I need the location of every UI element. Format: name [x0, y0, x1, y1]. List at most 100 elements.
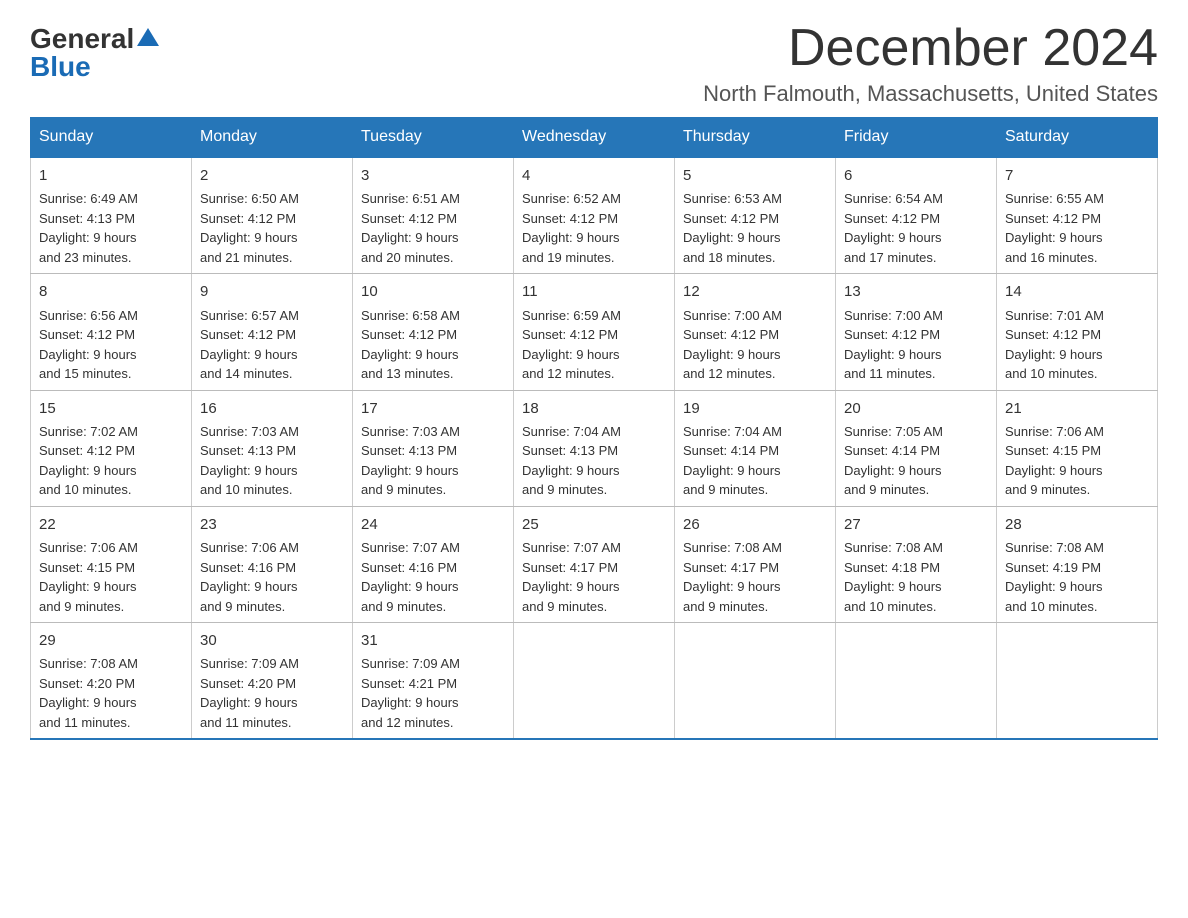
calendar-cell: 24Sunrise: 7:07 AMSunset: 4:16 PMDayligh…: [353, 506, 514, 622]
day-info: Sunrise: 7:01 AMSunset: 4:12 PMDaylight:…: [1005, 306, 1149, 384]
day-info: Sunrise: 6:59 AMSunset: 4:12 PMDaylight:…: [522, 306, 666, 384]
day-info: Sunrise: 7:08 AMSunset: 4:17 PMDaylight:…: [683, 538, 827, 616]
day-info: Sunrise: 7:04 AMSunset: 4:14 PMDaylight:…: [683, 422, 827, 500]
calendar-cell: 25Sunrise: 7:07 AMSunset: 4:17 PMDayligh…: [514, 506, 675, 622]
logo-triangle-icon: [137, 26, 159, 48]
day-number: 8: [39, 280, 183, 303]
calendar-cell: 15Sunrise: 7:02 AMSunset: 4:12 PMDayligh…: [31, 390, 192, 506]
day-number: 14: [1005, 280, 1149, 303]
week-row-4: 22Sunrise: 7:06 AMSunset: 4:15 PMDayligh…: [31, 506, 1158, 622]
week-row-5: 29Sunrise: 7:08 AMSunset: 4:20 PMDayligh…: [31, 623, 1158, 740]
day-number: 15: [39, 397, 183, 420]
calendar-cell: 6Sunrise: 6:54 AMSunset: 4:12 PMDaylight…: [836, 157, 997, 274]
day-number: 29: [39, 629, 183, 652]
col-header-monday: Monday: [192, 118, 353, 158]
day-info: Sunrise: 6:54 AMSunset: 4:12 PMDaylight:…: [844, 189, 988, 267]
calendar-cell: 29Sunrise: 7:08 AMSunset: 4:20 PMDayligh…: [31, 623, 192, 740]
logo-general-text: General: [30, 25, 134, 53]
day-info: Sunrise: 6:58 AMSunset: 4:12 PMDaylight:…: [361, 306, 505, 384]
month-title: December 2024: [703, 20, 1158, 77]
calendar-cell: 7Sunrise: 6:55 AMSunset: 4:12 PMDaylight…: [997, 157, 1158, 274]
calendar-cell: 14 Sunrise: 7:01 AMSunset: 4:12 PMDayligh…: [997, 274, 1158, 390]
calendar-cell: 31Sunrise: 7:09 AMSunset: 4:21 PMDayligh…: [353, 623, 514, 740]
calendar-cell: 8 Sunrise: 6:56 AMSunset: 4:12 PMDaylight…: [31, 274, 192, 390]
day-number: 7: [1005, 164, 1149, 187]
day-info: Sunrise: 7:00 AMSunset: 4:12 PMDaylight:…: [844, 306, 988, 384]
calendar-table: SundayMondayTuesdayWednesdayThursdayFrid…: [30, 117, 1158, 740]
calendar-cell: [997, 623, 1158, 740]
col-header-thursday: Thursday: [675, 118, 836, 158]
day-number: 2: [200, 164, 344, 187]
day-number: 26: [683, 513, 827, 536]
day-number: 13: [844, 280, 988, 303]
calendar-header-row: SundayMondayTuesdayWednesdayThursdayFrid…: [31, 118, 1158, 158]
day-number: 24: [361, 513, 505, 536]
col-header-wednesday: Wednesday: [514, 118, 675, 158]
calendar-cell: 11 Sunrise: 6:59 AMSunset: 4:12 PMDayligh…: [514, 274, 675, 390]
day-number: 4: [522, 164, 666, 187]
calendar-cell: 19Sunrise: 7:04 AMSunset: 4:14 PMDayligh…: [675, 390, 836, 506]
day-number: 6: [844, 164, 988, 187]
day-info: Sunrise: 7:03 AMSunset: 4:13 PMDaylight:…: [200, 422, 344, 500]
calendar-cell: 4Sunrise: 6:52 AMSunset: 4:12 PMDaylight…: [514, 157, 675, 274]
location-title: North Falmouth, Massachusetts, United St…: [703, 81, 1158, 107]
week-row-1: 1Sunrise: 6:49 AMSunset: 4:13 PMDaylight…: [31, 157, 1158, 274]
day-number: 20: [844, 397, 988, 420]
day-info: Sunrise: 6:56 AMSunset: 4:12 PMDaylight:…: [39, 306, 183, 384]
calendar-cell: 26Sunrise: 7:08 AMSunset: 4:17 PMDayligh…: [675, 506, 836, 622]
day-number: 3: [361, 164, 505, 187]
page-header: General Blue December 2024 North Falmout…: [30, 20, 1158, 107]
calendar-cell: 18Sunrise: 7:04 AMSunset: 4:13 PMDayligh…: [514, 390, 675, 506]
col-header-friday: Friday: [836, 118, 997, 158]
calendar-cell: 16Sunrise: 7:03 AMSunset: 4:13 PMDayligh…: [192, 390, 353, 506]
day-number: 1: [39, 164, 183, 187]
day-info: Sunrise: 6:55 AMSunset: 4:12 PMDaylight:…: [1005, 189, 1149, 267]
day-info: Sunrise: 6:50 AMSunset: 4:12 PMDaylight:…: [200, 189, 344, 267]
col-header-sunday: Sunday: [31, 118, 192, 158]
calendar-cell: 23Sunrise: 7:06 AMSunset: 4:16 PMDayligh…: [192, 506, 353, 622]
title-block: December 2024 North Falmouth, Massachuse…: [703, 20, 1158, 107]
day-number: 30: [200, 629, 344, 652]
col-header-tuesday: Tuesday: [353, 118, 514, 158]
calendar-cell: 3Sunrise: 6:51 AMSunset: 4:12 PMDaylight…: [353, 157, 514, 274]
calendar-cell: 13 Sunrise: 7:00 AMSunset: 4:12 PMDayligh…: [836, 274, 997, 390]
day-info: Sunrise: 7:08 AMSunset: 4:18 PMDaylight:…: [844, 538, 988, 616]
calendar-cell: 28Sunrise: 7:08 AMSunset: 4:19 PMDayligh…: [997, 506, 1158, 622]
day-info: Sunrise: 7:09 AMSunset: 4:20 PMDaylight:…: [200, 654, 344, 732]
day-number: 9: [200, 280, 344, 303]
day-number: 12: [683, 280, 827, 303]
day-number: 31: [361, 629, 505, 652]
day-info: Sunrise: 7:06 AMSunset: 4:15 PMDaylight:…: [1005, 422, 1149, 500]
calendar-cell: 5Sunrise: 6:53 AMSunset: 4:12 PMDaylight…: [675, 157, 836, 274]
logo-blue-text: Blue: [30, 51, 91, 82]
day-info: Sunrise: 7:06 AMSunset: 4:16 PMDaylight:…: [200, 538, 344, 616]
calendar-cell: 20Sunrise: 7:05 AMSunset: 4:14 PMDayligh…: [836, 390, 997, 506]
day-number: 22: [39, 513, 183, 536]
day-info: Sunrise: 7:07 AMSunset: 4:16 PMDaylight:…: [361, 538, 505, 616]
calendar-cell: 2Sunrise: 6:50 AMSunset: 4:12 PMDaylight…: [192, 157, 353, 274]
day-info: Sunrise: 6:52 AMSunset: 4:12 PMDaylight:…: [522, 189, 666, 267]
calendar-cell: 30Sunrise: 7:09 AMSunset: 4:20 PMDayligh…: [192, 623, 353, 740]
day-info: Sunrise: 6:57 AMSunset: 4:12 PMDaylight:…: [200, 306, 344, 384]
calendar-cell: 21Sunrise: 7:06 AMSunset: 4:15 PMDayligh…: [997, 390, 1158, 506]
calendar-cell: 17Sunrise: 7:03 AMSunset: 4:13 PMDayligh…: [353, 390, 514, 506]
day-number: 28: [1005, 513, 1149, 536]
day-number: 21: [1005, 397, 1149, 420]
day-info: Sunrise: 7:09 AMSunset: 4:21 PMDaylight:…: [361, 654, 505, 732]
week-row-3: 15Sunrise: 7:02 AMSunset: 4:12 PMDayligh…: [31, 390, 1158, 506]
day-info: Sunrise: 7:06 AMSunset: 4:15 PMDaylight:…: [39, 538, 183, 616]
calendar-cell: 1Sunrise: 6:49 AMSunset: 4:13 PMDaylight…: [31, 157, 192, 274]
day-number: 11: [522, 280, 666, 303]
day-number: 27: [844, 513, 988, 536]
calendar-cell: [675, 623, 836, 740]
day-info: Sunrise: 7:00 AMSunset: 4:12 PMDaylight:…: [683, 306, 827, 384]
day-number: 10: [361, 280, 505, 303]
calendar-cell: 12 Sunrise: 7:00 AMSunset: 4:12 PMDayligh…: [675, 274, 836, 390]
calendar-cell: [514, 623, 675, 740]
calendar-cell: 22Sunrise: 7:06 AMSunset: 4:15 PMDayligh…: [31, 506, 192, 622]
calendar-cell: 27Sunrise: 7:08 AMSunset: 4:18 PMDayligh…: [836, 506, 997, 622]
day-number: 16: [200, 397, 344, 420]
day-info: Sunrise: 7:07 AMSunset: 4:17 PMDaylight:…: [522, 538, 666, 616]
day-info: Sunrise: 7:02 AMSunset: 4:12 PMDaylight:…: [39, 422, 183, 500]
day-number: 23: [200, 513, 344, 536]
